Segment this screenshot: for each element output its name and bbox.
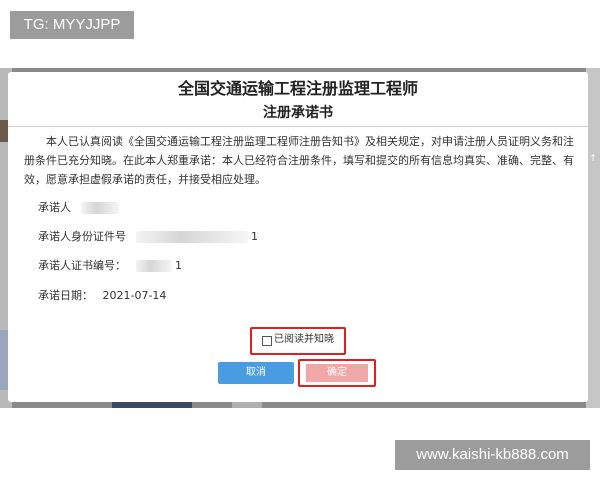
confirm-button[interactable]: 确定: [306, 364, 368, 382]
cancel-button[interactable]: 取消: [218, 362, 294, 384]
top-tag-label: TG: MYYJJPP: [10, 11, 134, 39]
id-number-redacted: [135, 231, 248, 243]
id-number-label: 承诺人身份证件号: [38, 230, 126, 243]
dialog-title: 全国交通运输工程注册监理工程师: [177, 79, 418, 98]
agree-checkbox-label[interactable]: 已阅读并知晓: [274, 334, 334, 346]
declaration-text: 本人已认真阅读《全国交通运输工程注册监理工程师注册告知书》及相关规定，对申请注册…: [24, 135, 574, 186]
registration-commitment-dialog: 全国交通运输工程注册监理工程师 注册承诺书 本人已认真阅读《全国交通运输工程注册…: [8, 72, 588, 402]
arrow-up-icon: ↑: [589, 154, 597, 164]
confirm-button-highlight: 确定: [298, 359, 376, 387]
certificate-number-redacted: [135, 260, 172, 272]
promisor-label: 承诺人: [38, 201, 71, 214]
promisor-name-redacted: [80, 202, 119, 214]
id-number-row: 承诺人身份证件号 1: [38, 229, 258, 245]
promisor-row: 承诺人: [38, 200, 119, 216]
certificate-number-tail: 1: [175, 259, 182, 272]
agree-checkbox[interactable]: [262, 336, 272, 346]
commitment-date-label: 承诺日期：: [38, 289, 93, 302]
commitment-date-value: 2021-07-14: [102, 289, 167, 302]
agree-checkbox-highlight: 已阅读并知晓: [250, 327, 346, 355]
dialog-subtitle: 注册承诺书: [263, 105, 333, 121]
certificate-number-row: 承诺人证书编号： 1: [38, 258, 182, 274]
certificate-number-label: 承诺人证书编号：: [38, 259, 126, 272]
background-right-panel: [586, 68, 600, 408]
title-divider: [8, 126, 588, 127]
commitment-date-row: 承诺日期： 2021-07-14: [38, 288, 166, 304]
id-number-tail: 1: [251, 230, 258, 243]
watermark-label: www.kaishi-kb888.com: [395, 440, 590, 470]
